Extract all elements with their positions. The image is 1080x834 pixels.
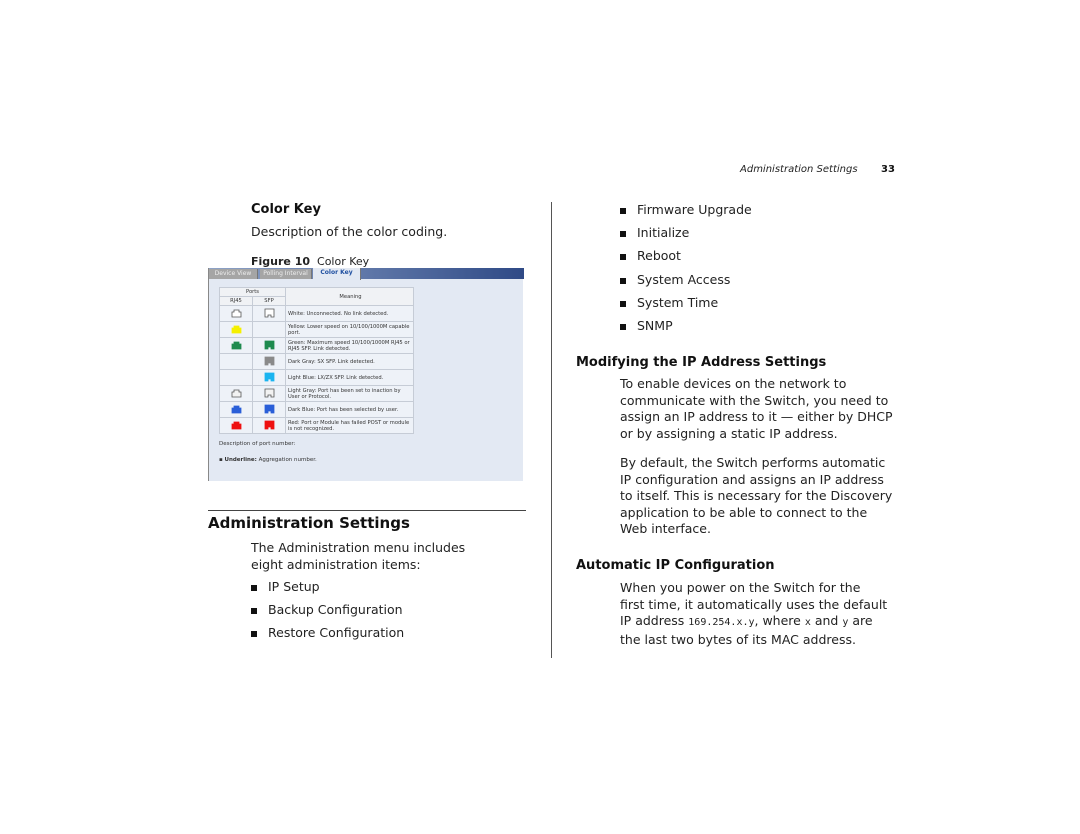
- meaning-header: Meaning: [285, 287, 414, 306]
- column-divider: [551, 202, 552, 658]
- meaning-cell: Light Blue: LX/ZX SFP. Link detected.: [285, 369, 414, 386]
- auto-ip-heading: Automatic IP Configuration: [576, 558, 775, 573]
- list-item: IP Setup: [251, 579, 404, 602]
- modify-ip-heading: Modifying the IP Address Settings: [576, 355, 827, 370]
- auto-ip-text: and: [810, 613, 843, 628]
- color-key-row: Green: Maximum speed 10/100/1000M RJ45 o…: [219, 337, 414, 354]
- tab-bar: Device View Polling Interval Color Key: [209, 268, 524, 280]
- rj45-cell: [219, 321, 253, 338]
- list-item: Backup Configuration: [251, 602, 404, 625]
- rj45-cell: [219, 417, 253, 434]
- figure-caption: Figure 10 Color Key: [251, 255, 369, 268]
- meaning-cell: Yellow: Lower speed on 10/100/1000M capa…: [285, 321, 414, 338]
- default-ip-code: 169.254.x.y: [688, 617, 755, 628]
- rj45-port-lightgray-icon: [231, 389, 241, 397]
- meaning-cell: White: Unconnected. No link detected.: [285, 305, 414, 322]
- rj45-port-darkblue-icon: [231, 405, 241, 413]
- auto-ip-paragraph: When you power on the Switch for the fir…: [620, 580, 888, 648]
- rj45-port-yellow-icon: [231, 325, 241, 333]
- sfp-cell: [252, 369, 286, 386]
- sfp-port-darkblue-icon: [264, 404, 274, 413]
- color-key-row: Light Gray: Port has been set to inactio…: [219, 385, 414, 402]
- rj45-cell: [219, 401, 253, 418]
- figure-label: Figure 10: [251, 255, 311, 268]
- sfp-cell: [252, 337, 286, 354]
- page-number: 33: [881, 164, 895, 175]
- list-item: System Access: [620, 272, 752, 295]
- list-item: Firmware Upgrade: [620, 202, 752, 225]
- meaning-cell: Dark Gray: SX SFP. Link detected.: [285, 353, 414, 370]
- list-item: Initialize: [620, 225, 752, 248]
- running-head: Administration Settings: [740, 164, 858, 175]
- meaning-cell: Light Gray: Port has been set to inactio…: [285, 385, 414, 402]
- color-key-screenshot: Device View Polling Interval Color Key P…: [208, 268, 524, 481]
- underline-label: Underline:: [224, 457, 257, 463]
- admin-items-list-right: Firmware Upgrade Initialize Reboot Syste…: [620, 202, 752, 341]
- sfp-port-darkgray-icon: [264, 356, 274, 365]
- sfp-port-lightgray-icon: [264, 388, 274, 397]
- color-key-table: Ports Meaning RJ45 SFP White: Unconnecte…: [219, 287, 414, 434]
- sfp-port-red-icon: [264, 420, 274, 429]
- rj45-cell: [219, 305, 253, 322]
- tab-device-view[interactable]: Device View: [209, 269, 258, 279]
- rj45-port-green-icon: [231, 341, 241, 349]
- sfp-cell: [252, 401, 286, 418]
- list-item: SNMP: [620, 318, 752, 341]
- rj45-cell: [219, 369, 253, 386]
- underline-text: Aggregation number.: [258, 457, 317, 463]
- sfp-port-white-icon: [264, 308, 274, 317]
- rj45-cell: [219, 385, 253, 402]
- modify-ip-paragraph-1: To enable devices on the network to comm…: [620, 376, 893, 441]
- administration-intro: The Administration menu includes eight a…: [251, 540, 466, 572]
- admin-items-list-left: IP Setup Backup Configuration Restore Co…: [251, 579, 404, 649]
- sfp-cell: [252, 417, 286, 434]
- port-number-description: Description of port number:: [219, 441, 296, 447]
- color-key-row: Dark Gray: SX SFP. Link detected.: [219, 353, 414, 370]
- sfp-header: SFP: [252, 296, 286, 306]
- meaning-cell: Dark Blue: Port has been selected by use…: [285, 401, 414, 418]
- list-item: System Time: [620, 295, 752, 318]
- underline-note: ▪ Underline: Aggregation number.: [219, 457, 317, 463]
- auto-ip-text: , where: [754, 613, 805, 628]
- tab-color-key[interactable]: Color Key: [313, 268, 361, 280]
- rj45-port-red-icon: [231, 421, 241, 429]
- sfp-port-green-icon: [264, 340, 274, 349]
- meaning-cell: Green: Maximum speed 10/100/1000M RJ45 o…: [285, 337, 414, 354]
- rj45-cell: [219, 353, 253, 370]
- sfp-cell: [252, 353, 286, 370]
- sfp-cell: [252, 305, 286, 322]
- color-key-row: Light Blue: LX/ZX SFP. Link detected.: [219, 369, 414, 386]
- ports-header: Ports: [219, 287, 286, 297]
- color-key-row: White: Unconnected. No link detected.: [219, 305, 414, 322]
- section-rule: [208, 510, 526, 511]
- administration-settings-heading: Administration Settings: [208, 514, 410, 532]
- color-key-row: Yellow: Lower speed on 10/100/1000M capa…: [219, 321, 414, 338]
- rj45-cell: [219, 337, 253, 354]
- sfp-cell: [252, 321, 286, 338]
- modify-ip-paragraph-2: By default, the Switch performs automati…: [620, 455, 893, 536]
- sfp-cell: [252, 385, 286, 402]
- tab-polling-interval[interactable]: Polling Interval: [260, 269, 312, 279]
- list-item: Restore Configuration: [251, 625, 404, 648]
- list-item: Reboot: [620, 248, 752, 271]
- figure-title: Color Key: [317, 255, 370, 268]
- sfp-port-lightblue-icon: [264, 372, 274, 381]
- meaning-cell: Red: Port or Module has failed POST or m…: [285, 417, 414, 434]
- color-key-row: Red: Port or Module has failed POST or m…: [219, 417, 414, 434]
- rj45-port-white-icon: [231, 309, 241, 317]
- color-key-heading: Color Key: [251, 202, 321, 217]
- color-key-row: Dark Blue: Port has been selected by use…: [219, 401, 414, 418]
- color-key-description: Description of the color coding.: [251, 224, 448, 239]
- rj45-header: RJ45: [219, 296, 253, 306]
